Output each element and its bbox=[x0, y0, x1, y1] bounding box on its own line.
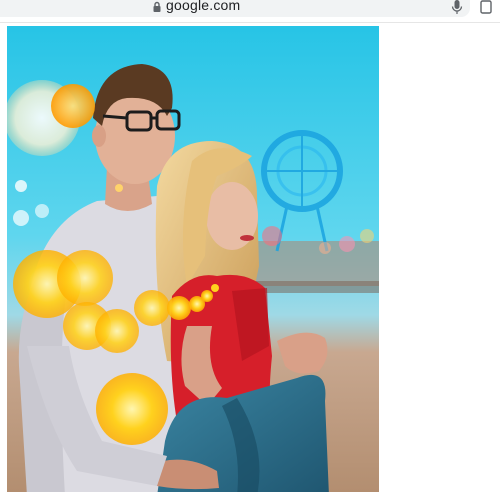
url-text[interactable]: google.com bbox=[166, 0, 240, 13]
microphone-icon[interactable] bbox=[451, 0, 463, 15]
browser-toolbar: google.com bbox=[0, 0, 500, 23]
photo-illustration bbox=[7, 26, 379, 492]
tab-switcher-icon[interactable] bbox=[480, 0, 492, 14]
blank-panel bbox=[379, 26, 500, 492]
address-bar[interactable]: google.com bbox=[0, 0, 470, 17]
couple-photo[interactable] bbox=[7, 26, 379, 492]
lock-icon bbox=[153, 1, 161, 12]
